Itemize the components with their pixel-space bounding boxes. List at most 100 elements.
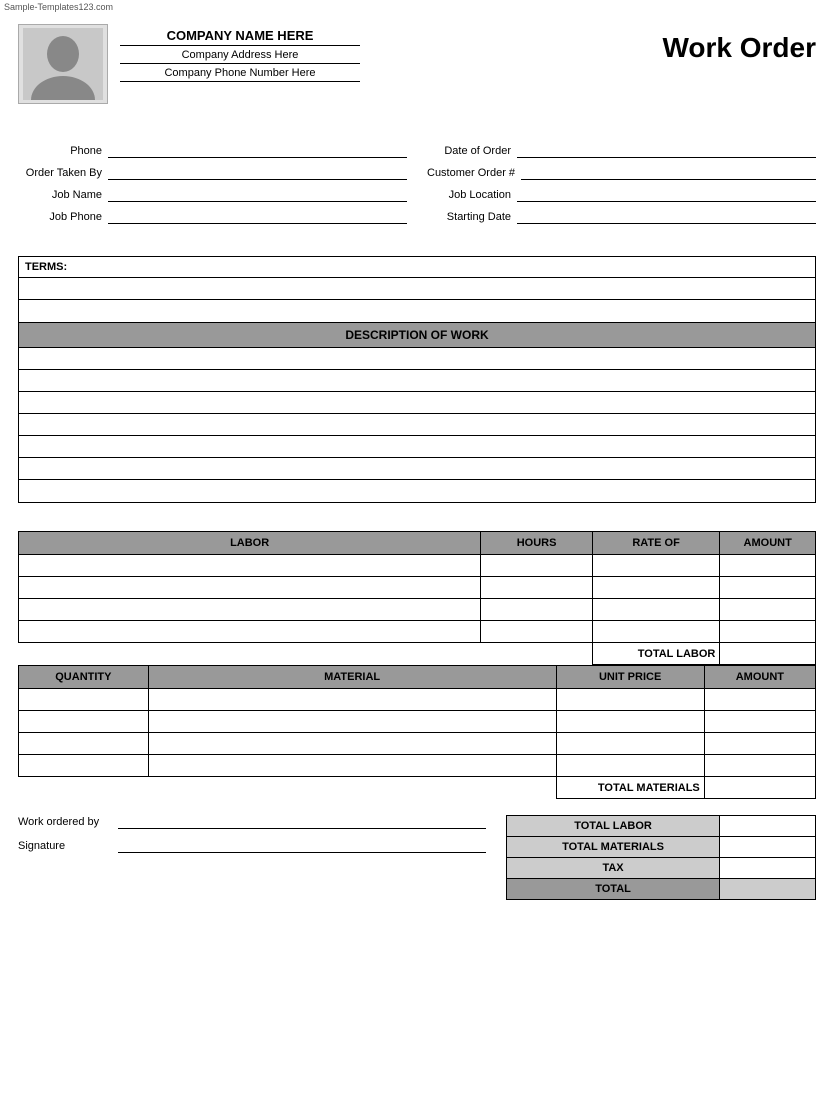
summary-tax-row: TAX — [507, 858, 816, 879]
mat-col-unit: UNIT PRICE — [556, 666, 704, 689]
mat-desc-3[interactable] — [148, 733, 556, 755]
labor-rate-3[interactable] — [592, 599, 720, 621]
mat-total-row: TOTAL MATERIALS — [19, 777, 816, 799]
order-taken-input[interactable] — [108, 166, 407, 180]
labor-row-3[interactable] — [19, 599, 816, 621]
summary-tax-label: TAX — [507, 858, 720, 879]
company-name: COMPANY NAME HERE — [120, 28, 360, 46]
desc-row-3[interactable] — [19, 392, 815, 414]
job-name-input[interactable] — [108, 188, 407, 202]
labor-table: LABOR HOURS RATE OF AMOUNT — [18, 531, 816, 665]
phone-label: Phone — [18, 145, 108, 157]
labor-row-4[interactable] — [19, 621, 816, 643]
mat-desc-4[interactable] — [148, 755, 556, 777]
labor-amount-1[interactable] — [720, 555, 816, 577]
labor-total-label: TOTAL LABOR — [592, 643, 720, 665]
company-address: Company Address Here — [120, 46, 360, 64]
mat-amount-2[interactable] — [704, 711, 815, 733]
form-right: Date of Order Customer Order # Job Locat… — [427, 144, 816, 232]
desc-row-2[interactable] — [19, 370, 815, 392]
labor-section: LABOR HOURS RATE OF AMOUNT — [18, 531, 816, 799]
labor-desc-1[interactable] — [19, 555, 481, 577]
labor-rate-2[interactable] — [592, 577, 720, 599]
labor-rate-4[interactable] — [592, 621, 720, 643]
company-logo — [18, 24, 108, 104]
labor-amount-4[interactable] — [720, 621, 816, 643]
customer-order-label: Customer Order # — [427, 167, 521, 179]
summary-labor-value[interactable] — [720, 816, 816, 837]
labor-hours-3[interactable] — [481, 599, 593, 621]
labor-total-value[interactable] — [720, 643, 816, 665]
terms-row-1[interactable] — [19, 278, 815, 300]
labor-amount-3[interactable] — [720, 599, 816, 621]
job-location-label: Job Location — [427, 189, 517, 201]
desc-row-7[interactable] — [19, 480, 815, 502]
material-table: QUANTITY MATERIAL UNIT PRICE AMOUNT — [18, 665, 816, 799]
desc-row-5[interactable] — [19, 436, 815, 458]
job-phone-input[interactable] — [108, 210, 407, 224]
company-text: COMPANY NAME HERE Company Address Here C… — [120, 24, 360, 82]
mat-unit-2[interactable] — [556, 711, 704, 733]
summary-table: TOTAL LABOR TOTAL MATERIALS TAX TOTAL — [506, 815, 816, 900]
summary-materials-label: TOTAL MATERIALS — [507, 837, 720, 858]
work-order-title: Work Order — [662, 24, 816, 64]
mat-desc-1[interactable] — [148, 689, 556, 711]
mat-total-value[interactable] — [704, 777, 815, 799]
summary-materials-value[interactable] — [720, 837, 816, 858]
header-section: COMPANY NAME HERE Company Address Here C… — [18, 14, 816, 114]
work-ordered-input[interactable] — [118, 815, 486, 829]
starting-date-row: Starting Date — [427, 210, 816, 224]
job-location-input[interactable] — [517, 188, 816, 202]
mat-unit-3[interactable] — [556, 733, 704, 755]
mat-col-amount: AMOUNT — [704, 666, 815, 689]
date-of-order-input[interactable] — [517, 144, 816, 158]
job-phone-row: Job Phone — [18, 210, 407, 224]
summary-tax-value[interactable] — [720, 858, 816, 879]
summary-total-value[interactable] — [720, 879, 816, 900]
phone-row: Phone — [18, 144, 407, 158]
labor-amount-2[interactable] — [720, 577, 816, 599]
mat-desc-2[interactable] — [148, 711, 556, 733]
mat-unit-4[interactable] — [556, 755, 704, 777]
desc-row-4[interactable] — [19, 414, 815, 436]
mat-amount-4[interactable] — [704, 755, 815, 777]
job-phone-label: Job Phone — [18, 211, 108, 223]
signature-input[interactable] — [118, 839, 486, 853]
labor-hours-1[interactable] — [481, 555, 593, 577]
labor-col-hours: HOURS — [481, 532, 593, 555]
summary-total-label: TOTAL — [507, 879, 720, 900]
date-of-order-row: Date of Order — [427, 144, 816, 158]
form-left: Phone Order Taken By Job Name Job Phone — [18, 144, 407, 232]
customer-order-input[interactable] — [521, 166, 816, 180]
labor-desc-4[interactable] — [19, 621, 481, 643]
signature-row: Signature — [18, 839, 486, 853]
phone-input[interactable] — [108, 144, 407, 158]
desc-row-6[interactable] — [19, 458, 815, 480]
job-name-label: Job Name — [18, 189, 108, 201]
labor-row-2[interactable] — [19, 577, 816, 599]
mat-qty-3[interactable] — [19, 733, 149, 755]
mat-col-qty: QUANTITY — [19, 666, 149, 689]
mat-qty-4[interactable] — [19, 755, 149, 777]
mat-amount-3[interactable] — [704, 733, 815, 755]
labor-rate-1[interactable] — [592, 555, 720, 577]
mat-qty-1[interactable] — [19, 689, 149, 711]
desc-row-1[interactable] — [19, 348, 815, 370]
labor-row-1[interactable] — [19, 555, 816, 577]
watermark-text: Sample-Templates123.com — [0, 0, 834, 14]
mat-unit-1[interactable] — [556, 689, 704, 711]
labor-desc-3[interactable] — [19, 599, 481, 621]
mat-row-1[interactable] — [19, 689, 816, 711]
mat-row-4[interactable] — [19, 755, 816, 777]
mat-row-3[interactable] — [19, 733, 816, 755]
mat-qty-2[interactable] — [19, 711, 149, 733]
labor-hours-4[interactable] — [481, 621, 593, 643]
starting-date-input[interactable] — [517, 210, 816, 224]
labor-hours-2[interactable] — [481, 577, 593, 599]
terms-row-2[interactable] — [19, 300, 815, 322]
mat-amount-1[interactable] — [704, 689, 815, 711]
totals-block: TOTAL LABOR TOTAL MATERIALS TAX TOTAL — [506, 815, 816, 900]
labor-desc-2[interactable] — [19, 577, 481, 599]
summary-labor-label: TOTAL LABOR — [507, 816, 720, 837]
mat-row-2[interactable] — [19, 711, 816, 733]
